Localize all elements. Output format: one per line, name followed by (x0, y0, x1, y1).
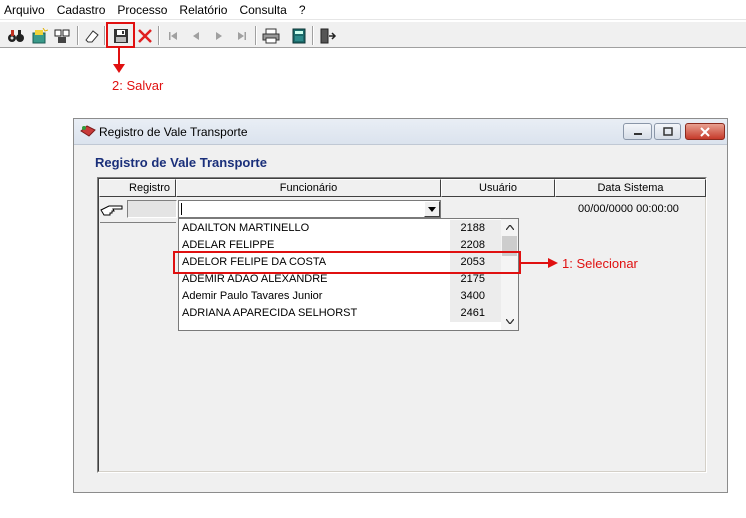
column-usuario[interactable]: Usuário (441, 179, 555, 197)
employee-code: 2188 (450, 220, 502, 237)
chevron-down-icon (505, 319, 514, 324)
row-divider (100, 222, 176, 223)
window-title: Registro de Vale Transporte (99, 125, 248, 139)
menu-cadastro[interactable]: Cadastro (51, 0, 112, 20)
column-registro[interactable]: Registro (99, 179, 176, 197)
form-heading: Registro de Vale Transporte (95, 155, 267, 170)
data-sistema-value: 00/00/0000 00:00:00 (578, 203, 679, 215)
employee-name: ADELAR FELIPPE (182, 239, 275, 251)
app-icon (80, 125, 96, 137)
dropdown-scrollbar[interactable] (501, 219, 518, 330)
maximize-icon (662, 126, 673, 136)
arrow-right-icon (520, 258, 558, 268)
annotation-save-label: 2: Salvar (112, 78, 164, 93)
cancel-icon[interactable] (134, 25, 156, 47)
menu-help[interactable]: ? (293, 0, 312, 20)
prev-icon[interactable] (185, 25, 207, 47)
maximize-button[interactable] (654, 123, 681, 140)
last-icon[interactable] (231, 25, 253, 47)
combobox-dropdown-button[interactable] (424, 201, 440, 217)
calculator-icon[interactable] (288, 25, 310, 47)
employee-name: ADEMIR ADÃO ALEXANDRE (182, 273, 328, 285)
employee-name: ADRIANA APARECIDA SELHORST (182, 307, 358, 319)
funcionario-combobox[interactable] (178, 200, 441, 218)
eraser-icon[interactable] (81, 25, 103, 47)
minimize-icon (633, 132, 642, 135)
binoculars-icon[interactable] (5, 25, 27, 47)
employee-code: 2461 (450, 305, 502, 322)
column-data-sistema[interactable]: Data Sistema (555, 179, 706, 197)
annotation-select-label: 1: Selecionar (562, 256, 638, 271)
registro-field[interactable] (127, 200, 177, 218)
minimize-button[interactable] (623, 123, 652, 140)
list-item[interactable]: ADRIANA APARECIDA SELHORST 2461 (180, 305, 502, 322)
chevron-down-icon (428, 206, 436, 212)
employee-name: ADAILTON MARTINELLO (182, 222, 310, 234)
employee-code: 3400 (450, 288, 502, 305)
select-highlight-box (173, 251, 521, 274)
list-item[interactable]: Ademir Paulo Tavares Junior 3400 (180, 288, 502, 305)
toolbar-separator (255, 26, 257, 45)
close-button[interactable] (685, 123, 725, 140)
column-funcionario[interactable]: Funcionário (176, 179, 441, 197)
list-item[interactable]: ADAILTON MARTINELLO 2188 (180, 220, 502, 237)
first-icon[interactable] (162, 25, 184, 47)
chevron-up-icon (505, 225, 514, 230)
menu-consulta[interactable]: Consulta (233, 0, 292, 20)
menu-relatorio[interactable]: Relatório (173, 0, 233, 20)
menu-bar: Arquivo Cadastro Processo Relatório Cons… (0, 0, 746, 20)
text-caret (181, 203, 182, 215)
employee-name: Ademir Paulo Tavares Junior (182, 290, 323, 302)
search-records-icon[interactable] (51, 25, 73, 47)
toolbar-separator (158, 26, 160, 45)
scroll-down-button[interactable] (501, 313, 518, 330)
arrow-down-icon (113, 48, 125, 73)
save-highlight-box (106, 22, 135, 48)
toolbar-separator (77, 26, 79, 45)
records-grid: Registro Funcionário Usuário Data Sistem… (97, 177, 707, 473)
menu-processo[interactable]: Processo (111, 0, 173, 20)
pointing-hand-icon (100, 205, 123, 216)
exit-icon[interactable] (317, 25, 339, 47)
funcionario-dropdown-list: ADAILTON MARTINELLO 2188 ADELAR FELIPPE … (178, 218, 519, 331)
new-record-icon[interactable] (28, 25, 50, 47)
menu-arquivo[interactable]: Arquivo (0, 0, 51, 20)
window-titlebar[interactable]: Registro de Vale Transporte (74, 119, 727, 145)
next-icon[interactable] (208, 25, 230, 47)
print-icon[interactable] (260, 25, 282, 47)
toolbar-separator (312, 26, 314, 45)
close-icon (700, 126, 710, 137)
scroll-up-button[interactable] (501, 219, 518, 236)
vale-transporte-window: Registro de Vale Transporte Registro de … (73, 118, 728, 493)
